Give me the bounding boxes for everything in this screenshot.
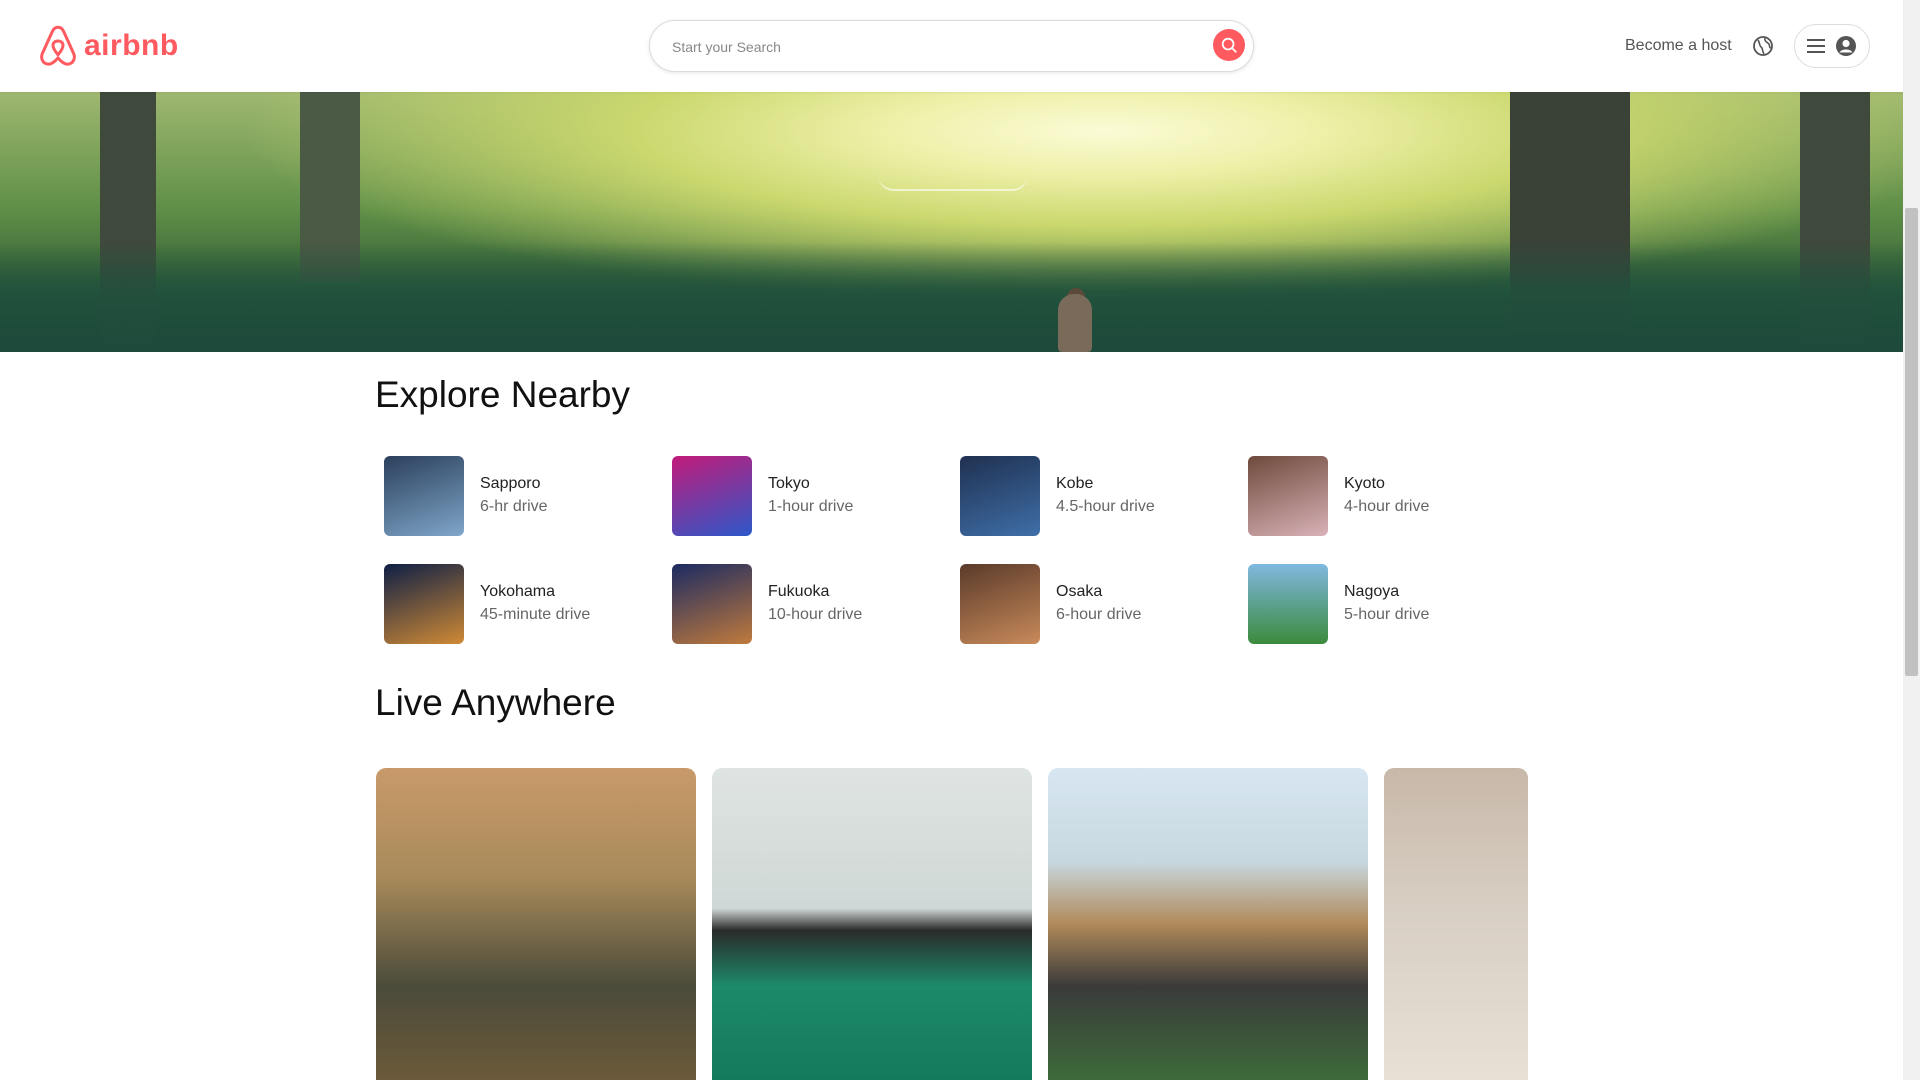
explore-distance: 45-minute drive bbox=[480, 606, 591, 623]
explore-thumbnail bbox=[960, 456, 1040, 536]
explore-distance: 1-hour drive bbox=[768, 498, 854, 515]
explore-thumbnail bbox=[384, 564, 464, 644]
hero-person bbox=[1058, 294, 1092, 352]
explore-thumbnail bbox=[384, 456, 464, 536]
explore-item-osaka[interactable]: Osaka 6-hour drive bbox=[960, 564, 1220, 644]
explore-item-yokohama[interactable]: Yokohama 45-minute drive bbox=[384, 564, 644, 644]
explore-city: Kobe bbox=[1056, 475, 1094, 492]
floating-house-card[interactable] bbox=[712, 768, 1032, 1080]
explore-item-kobe[interactable]: Kobe 4.5-hour drive bbox=[960, 456, 1220, 536]
explore-item-tokyo[interactable]: Tokyo 1-hour drive bbox=[672, 456, 932, 536]
globe-icon[interactable] bbox=[1752, 35, 1774, 57]
top-header: airbnb Become a host bbox=[0, 0, 1903, 92]
explore-city: Kyoto bbox=[1344, 475, 1385, 492]
hero-foliage bbox=[0, 242, 1903, 352]
explore-distance: 4-hour drive bbox=[1344, 498, 1430, 515]
user-circle-icon bbox=[1835, 36, 1856, 56]
explore-thumbnail bbox=[672, 456, 752, 536]
explore-item-sapporo[interactable]: Sapporo 6-hr drive bbox=[384, 456, 644, 536]
hero-banner-image bbox=[0, 92, 1903, 352]
explore-city: Fukuoka bbox=[768, 583, 830, 600]
right-nav: Become a host bbox=[1625, 22, 1870, 70]
explore-city: Nagoya bbox=[1344, 583, 1400, 600]
live-anywhere-title: Live Anywhere bbox=[375, 682, 616, 723]
explore-city: Tokyo bbox=[768, 475, 810, 492]
explore-thumbnail bbox=[1248, 564, 1328, 644]
search-bar[interactable] bbox=[649, 20, 1254, 72]
explore-item-kyoto[interactable]: Kyoto 4-hour drive bbox=[1248, 456, 1508, 536]
airbnb-logo[interactable]: airbnb bbox=[38, 24, 179, 68]
user-menu-button[interactable] bbox=[1793, 24, 1870, 68]
explore-nearby-title: Explore Nearby bbox=[375, 374, 631, 415]
search-input[interactable] bbox=[670, 32, 1174, 62]
become-host-link[interactable]: Become a host bbox=[1625, 37, 1732, 55]
bedroom-card[interactable] bbox=[1384, 768, 1528, 1080]
explore-item-nagoya[interactable]: Nagoya 5-hour drive bbox=[1248, 564, 1508, 644]
explore-thumbnail bbox=[960, 564, 1040, 644]
explore-distance: 10-hour drive bbox=[768, 606, 863, 623]
search-icon bbox=[1221, 37, 1237, 53]
scrollbar-thumb[interactable] bbox=[1905, 208, 1918, 676]
explore-city: Yokohama bbox=[480, 583, 556, 600]
explore-city: Sapporo bbox=[480, 475, 541, 492]
cabin-house-card[interactable] bbox=[376, 768, 696, 1080]
explore-thumbnail bbox=[672, 564, 752, 644]
search-button[interactable] bbox=[1213, 29, 1245, 61]
explore-city: Osaka bbox=[1056, 583, 1103, 600]
explore-distance: 6-hr drive bbox=[480, 498, 548, 515]
airbnb-logo-icon bbox=[40, 25, 76, 66]
explore-thumbnail bbox=[1248, 456, 1328, 536]
brand-name: airbnb bbox=[84, 29, 179, 62]
explore-distance: 4.5-hour drive bbox=[1056, 498, 1155, 515]
explore-item-fukuoka[interactable]: Fukuoka 10-hour drive bbox=[672, 564, 932, 644]
hero-button-edge bbox=[878, 175, 1028, 191]
explore-distance: 6-hour drive bbox=[1056, 606, 1142, 623]
a-frame-house-card[interactable] bbox=[1048, 768, 1368, 1080]
explore-distance: 5-hour drive bbox=[1344, 606, 1430, 623]
hamburger-icon bbox=[1806, 39, 1825, 53]
